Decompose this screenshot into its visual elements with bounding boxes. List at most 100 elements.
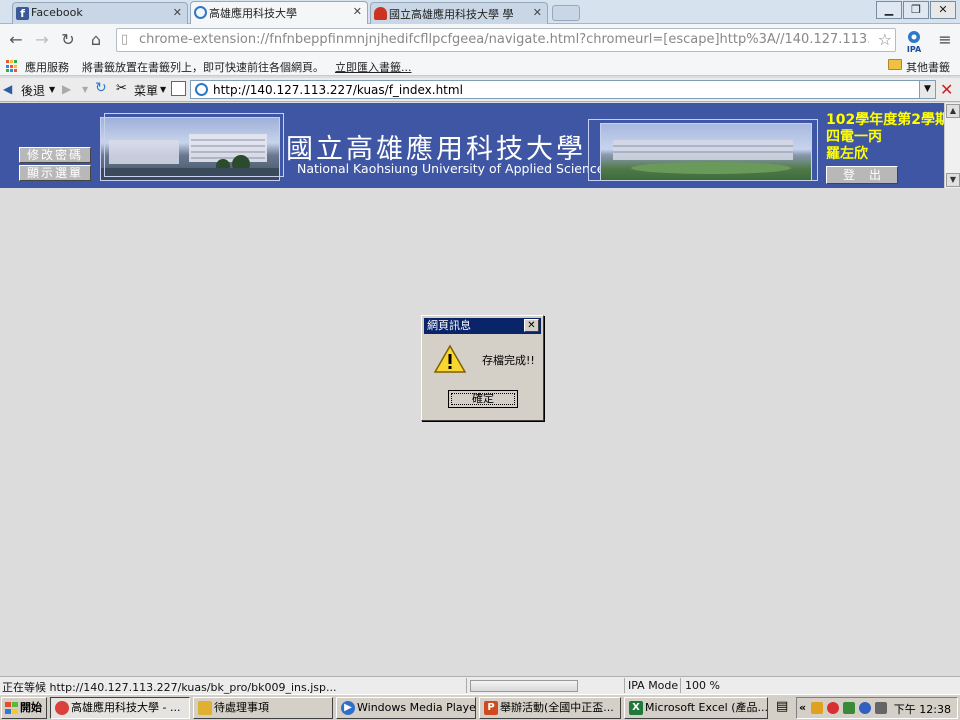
tools-scissors-icon[interactable]: ✂ xyxy=(116,81,127,96)
clock[interactable]: 下午 12:38 xyxy=(894,701,951,717)
close-tab-icon[interactable]: ✕ xyxy=(353,5,362,18)
screen: f Facebook ✕ 高雄應用科技大學 ✕ 國立高雄應用科技大學 學 ✕ ▁… xyxy=(0,0,960,720)
status-bar: 正在等候 http://140.127.113.227/kuas/bk_pro/… xyxy=(0,676,960,694)
ie-tab-icon xyxy=(194,6,207,19)
menu-dropdown-icon[interactable]: ▼ xyxy=(160,85,166,94)
omnibox-url[interactable]: chrome-extension://fnfnbeppfinmnjnjhedif… xyxy=(139,32,869,47)
status-text: 正在等候 http://140.127.113.227/kuas/bk_pro/… xyxy=(2,681,337,694)
show-menu-button[interactable]: 顯示選單 xyxy=(19,165,91,181)
task-label: Windows Media Player xyxy=(357,701,476,714)
apps-link[interactable]: 應用服務 xyxy=(25,59,69,75)
page-icon: ▯ xyxy=(121,32,129,47)
excel-icon: X xyxy=(629,701,643,715)
ok-button[interactable]: 確定 xyxy=(448,390,518,408)
close-window-button[interactable]: ✕ xyxy=(930,1,956,19)
chrome-menu-icon[interactable]: ≡ xyxy=(936,30,954,50)
semester-label: 102學年度第2學期 xyxy=(826,112,944,128)
separator xyxy=(624,678,625,693)
photo-frame xyxy=(588,119,818,181)
ipa-label: IPA xyxy=(907,45,922,54)
dialog-close-icon[interactable]: ✕ xyxy=(524,319,539,332)
back-dropdown-icon[interactable]: ▼ xyxy=(49,85,55,94)
start-button[interactable]: 開始 xyxy=(1,697,47,719)
task-label: 舉辦活動(全國中正盃... xyxy=(500,701,614,714)
university-title-en: National Kaohsiung University of Applied… xyxy=(297,161,611,176)
photo-frame xyxy=(104,113,284,177)
tray-expand-icon[interactable]: « xyxy=(799,701,806,714)
powerpoint-icon: P xyxy=(484,701,498,715)
task-folder[interactable]: 待處理事項 xyxy=(193,697,333,719)
chrome-icon xyxy=(55,701,69,715)
address-dropdown-icon[interactable]: ▼ xyxy=(919,81,935,98)
network-icon[interactable] xyxy=(843,702,855,714)
back-arrow-icon[interactable]: ← xyxy=(6,30,26,50)
dialog-title-text: 網頁訊息 xyxy=(427,319,471,332)
task-chrome[interactable]: 高雄應用科技大學 - ... xyxy=(50,697,190,719)
dialog-title: 網頁訊息 ✕ xyxy=(424,318,541,334)
home-icon[interactable]: ⌂ xyxy=(86,30,106,50)
ipa-mode[interactable]: IPA Mode xyxy=(628,679,678,692)
back-triangle-icon[interactable]: ◀ xyxy=(3,82,12,96)
bookmarks-hint: 將書籤放置在書籤列上，即可快速前往各個網頁。 xyxy=(82,61,324,74)
forward-triangle-icon[interactable]: ▶ xyxy=(62,82,71,96)
tab-facebook[interactable]: f Facebook ✕ xyxy=(12,2,188,24)
back-button[interactable]: 後退 xyxy=(21,82,45,99)
zoom-level[interactable]: 100 % xyxy=(685,679,720,692)
logout-button[interactable]: 登出 xyxy=(826,166,898,184)
scroll-up-icon[interactable]: ▲ xyxy=(946,104,960,118)
forward-dropdown-icon[interactable]: ▼ xyxy=(82,85,88,94)
import-bookmarks-link[interactable]: 立即匯入書籤... xyxy=(335,59,412,75)
tab-label: Facebook xyxy=(31,6,83,19)
loading-progress xyxy=(470,680,578,692)
student-name: 羅左欣 xyxy=(826,146,868,162)
reload-icon[interactable]: ↻ xyxy=(58,30,78,50)
separator xyxy=(680,678,681,693)
ie-address-bar[interactable]: http://140.127.113.227/kuas/f_index.html… xyxy=(190,80,936,99)
bluetooth-icon[interactable] xyxy=(859,702,871,714)
tab-kuas[interactable]: 高雄應用科技大學 ✕ xyxy=(190,1,368,24)
task-powerpoint[interactable]: P 舉辦活動(全國中正盃... xyxy=(479,697,621,719)
task-label: 高雄應用科技大學 - ... xyxy=(71,701,181,714)
quick-launch-icon[interactable]: ▤ xyxy=(776,699,788,714)
alert-dialog: 網頁訊息 ✕ 存檔完成!! 確定 xyxy=(421,315,544,421)
class-label: 四電一丙 xyxy=(826,129,882,145)
folder-icon xyxy=(888,59,902,70)
ie-page-icon xyxy=(195,83,208,96)
minimize-button[interactable]: ▁ xyxy=(876,1,902,19)
maximize-button[interactable]: ❐ xyxy=(903,1,929,19)
bookmark-star-icon[interactable]: ☆ xyxy=(878,30,892,49)
folder-icon xyxy=(198,701,212,715)
tab-kuas-school[interactable]: 國立高雄應用科技大學 學 ✕ xyxy=(370,2,548,24)
close-tab-icon[interactable]: ✕ xyxy=(533,6,542,19)
banner-scrollbar[interactable]: ▲ ▼ xyxy=(944,103,960,188)
media-player-icon: ▶ xyxy=(341,701,355,715)
close-tab-icon[interactable]: ✕ xyxy=(173,6,182,19)
menu-button[interactable]: 菜單 xyxy=(134,82,158,99)
task-media-player[interactable]: ▶ Windows Media Player xyxy=(336,697,476,719)
window-controls: ▁ ❐ ✕ xyxy=(876,1,956,19)
task-excel[interactable]: X Microsoft Excel (產品... xyxy=(624,697,768,719)
antivirus-icon[interactable] xyxy=(827,702,839,714)
tab-label: 國立高雄應用科技大學 學 xyxy=(389,8,514,21)
user-info: 102學年度第2學期 四電一丙 羅左欣 xyxy=(826,112,944,163)
stop-icon[interactable]: ✕ xyxy=(940,80,953,99)
ipa-extension-icon[interactable]: IPA xyxy=(903,30,925,54)
window-icon[interactable] xyxy=(171,81,186,96)
omnibox[interactable]: ▯ chrome-extension://fnfnbeppfinmnjnjhed… xyxy=(116,28,896,52)
volume-icon[interactable] xyxy=(875,702,887,714)
school-logo-icon xyxy=(374,7,387,20)
other-bookmarks[interactable]: 其他書籤 xyxy=(906,59,950,75)
dialog-message: 存檔完成!! xyxy=(482,354,535,367)
tab-label: 高雄應用科技大學 xyxy=(209,7,297,20)
apps-grid-icon[interactable] xyxy=(6,60,19,73)
scroll-down-icon[interactable]: ▼ xyxy=(946,173,960,187)
change-password-button[interactable]: 修改密碼 xyxy=(19,147,91,163)
ie-address-text[interactable]: http://140.127.113.227/kuas/f_index.html xyxy=(213,83,463,97)
forward-arrow-icon[interactable]: → xyxy=(32,30,52,50)
taskbar: 開始 高雄應用科技大學 - ... 待處理事項 ▶ Windows Media … xyxy=(0,694,960,720)
bookmarks-bar: 應用服務 將書籤放置在書籤列上，即可快速前往各個網頁。 立即匯入書籤... 其他… xyxy=(0,56,960,76)
task-label: 待處理事項 xyxy=(214,701,269,714)
refresh-icon[interactable]: ↻ xyxy=(95,80,107,96)
tray-app-icon[interactable] xyxy=(811,702,823,714)
new-tab-button[interactable] xyxy=(552,5,580,21)
